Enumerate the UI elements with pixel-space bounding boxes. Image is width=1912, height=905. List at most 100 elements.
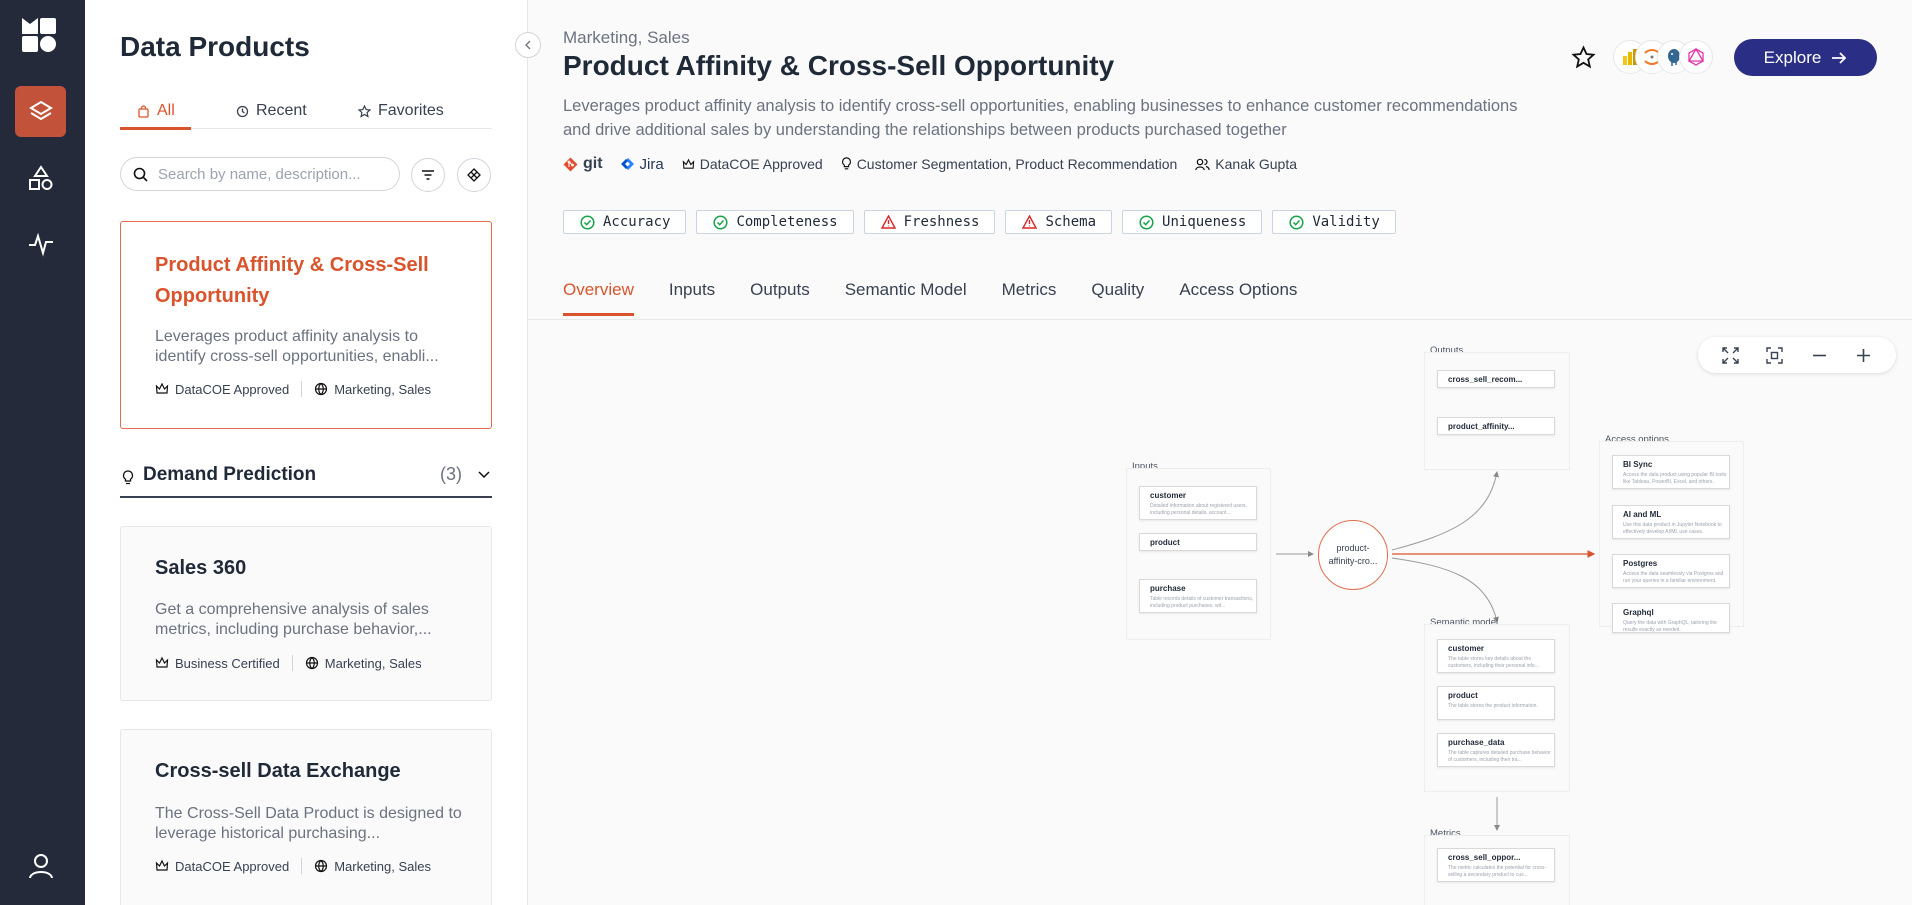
search-icon [133,167,148,182]
check-label: Accuracy [603,214,671,230]
access-node-ai-ml[interactable]: AI and ML Use this data product in Jupyt… [1612,505,1730,539]
filter-button[interactable] [411,158,445,192]
product-card[interactable]: Sales 360 Get a comprehensive analysis o… [120,526,492,701]
tab-recent-label: Recent [256,102,307,119]
tab-semantic-model[interactable]: Semantic Model [845,280,967,316]
card-meta: Business Certified Marketing, Sales [155,655,422,671]
warning-icon [1022,215,1038,229]
app-logo-icon[interactable] [20,16,60,56]
tab-outputs[interactable]: Outputs [750,280,810,316]
card-domain: Marketing, Sales [334,858,432,874]
product-description: Leverages product affinity analysis to i… [563,97,1518,139]
card-meta: DataCOE Approved Marketing, Sales [155,858,431,874]
explore-button[interactable]: Explore [1734,39,1877,76]
tab-all[interactable]: All [120,102,191,130]
check-schema[interactable]: Schema [1005,210,1113,234]
semantic-node-customer[interactable]: customer The table stores key details ab… [1437,639,1555,673]
nav-data-products-icon[interactable] [15,86,66,137]
card-description: The Cross-Sell Data Product is designed … [155,805,462,842]
node-desc: Detailed information about registered us… [1150,503,1247,516]
git-link[interactable]: git [563,155,603,173]
tab-favorites-label: Favorites [378,102,444,119]
check-uniqueness[interactable]: Uniqueness [1122,210,1263,234]
access-node-graphql[interactable]: Graphql Query the data with GraphQL, tai… [1612,603,1730,633]
tab-access-options[interactable]: Access Options [1179,280,1297,316]
bag-icon [138,104,149,118]
lineage-diagram[interactable]: Inputs customer Detailed information abo… [528,320,1912,905]
inputs-panel: customer Detailed information about regi… [1126,468,1271,640]
zoom-in-icon[interactable] [1855,347,1872,364]
card-badge: DataCOE Approved [175,381,290,397]
access-options-panel: BI Sync Access the data product using po… [1599,441,1744,633]
check-label: Schema [1045,214,1097,230]
jira-link[interactable]: Jira [620,155,664,173]
chevron-left-icon [525,40,531,50]
input-node-purchase[interactable]: purchase Table records details of custom… [1139,579,1257,613]
product-domain: Marketing, Sales [563,28,690,47]
owner-label: Kanak Gupta [1215,156,1298,172]
check-circle-icon [713,214,728,230]
node-desc: The metric calculates the potential for … [1448,865,1547,878]
layout-toggle-button[interactable] [457,158,491,192]
git-icon [563,157,578,171]
favorite-star-icon[interactable] [1571,45,1596,75]
check-completeness[interactable]: Completeness [696,210,854,234]
chevron-down-icon[interactable] [478,470,490,480]
output-node[interactable]: cross_sell_recom... [1437,370,1555,388]
node-title: Graphql [1623,608,1654,617]
node-desc: Query the data with GraphQL, tailoring t… [1623,620,1717,633]
owner: Kanak Gupta [1195,156,1297,172]
search-box [120,157,400,191]
user-profile-icon[interactable] [15,840,66,891]
semantic-node-product[interactable]: product The table stores the product inf… [1437,686,1555,720]
fit-view-icon[interactable] [1766,346,1783,364]
node-title: purchase_data [1448,738,1505,747]
card-description: Leverages product affinity analysis to i… [155,328,439,365]
group-header-demand-prediction[interactable]: Demand Prediction (3) [120,459,492,498]
collapse-sidebar-button[interactable] [515,32,541,58]
metric-node[interactable]: cross_sell_oppor... The metric calculate… [1437,848,1555,882]
lightbulb-icon [122,470,134,485]
tab-overview[interactable]: Overview [563,280,634,316]
card-title: Sales 360 [155,557,247,579]
tab-recent[interactable]: Recent [236,102,307,120]
output-node[interactable]: product_affinity... [1437,417,1555,435]
globe-icon [305,656,318,670]
node-desc: Access the data product using popular BI… [1623,472,1727,485]
check-freshness[interactable]: Freshness [863,210,996,234]
zoom-out-icon[interactable] [1811,347,1828,364]
card-badge: DataCOE Approved [175,858,290,874]
data-product-hub-node[interactable]: product- affinity-cro... [1318,520,1388,590]
tab-metrics[interactable]: Metrics [1002,280,1057,316]
crown-icon [155,859,169,871]
access-node-bi-sync[interactable]: BI Sync Access the data product using po… [1612,455,1730,489]
lightbulb-icon [841,157,851,170]
node-title: BI Sync [1623,460,1653,469]
node-title: cross_sell_recom... [1448,375,1523,384]
tab-inputs[interactable]: Inputs [669,280,715,316]
graphql-icon[interactable] [1679,40,1713,74]
product-card[interactable]: Cross-sell Data Exchange The Cross-Sell … [120,729,492,905]
access-node-postgres[interactable]: Postgres Access the data seamlessly via … [1612,554,1730,588]
node-desc: The table stores the product information… [1448,703,1538,709]
node-desc: Use this data product in Jupyter Noteboo… [1623,522,1722,535]
product-detail: Marketing, Sales Product Affinity & Cros… [528,0,1912,905]
jira-label: Jira [639,155,664,173]
check-label: Validity [1312,214,1380,230]
semantic-node-purchase-data[interactable]: purchase_data The table captures detaile… [1437,733,1555,767]
star-icon [358,104,371,118]
search-input[interactable] [158,165,388,183]
input-node-product[interactable]: product [1139,533,1257,551]
product-meta: git Jira DataCOE Approved Customer Segme… [563,155,1297,173]
tab-quality[interactable]: Quality [1091,280,1144,316]
input-node-customer[interactable]: customer Detailed information about regi… [1139,486,1257,520]
nav-activity-icon[interactable] [15,218,66,269]
check-circle-icon [1289,214,1304,230]
product-card-selected[interactable]: Product Affinity & Cross-Sell Opportunit… [120,221,492,429]
check-accuracy[interactable]: Accuracy [563,210,687,234]
fullscreen-icon[interactable] [1722,346,1739,364]
group-count: (3) [440,464,462,484]
tab-favorites[interactable]: Favorites [358,102,444,120]
check-validity[interactable]: Validity [1272,210,1396,234]
nav-shapes-icon[interactable] [15,152,66,203]
